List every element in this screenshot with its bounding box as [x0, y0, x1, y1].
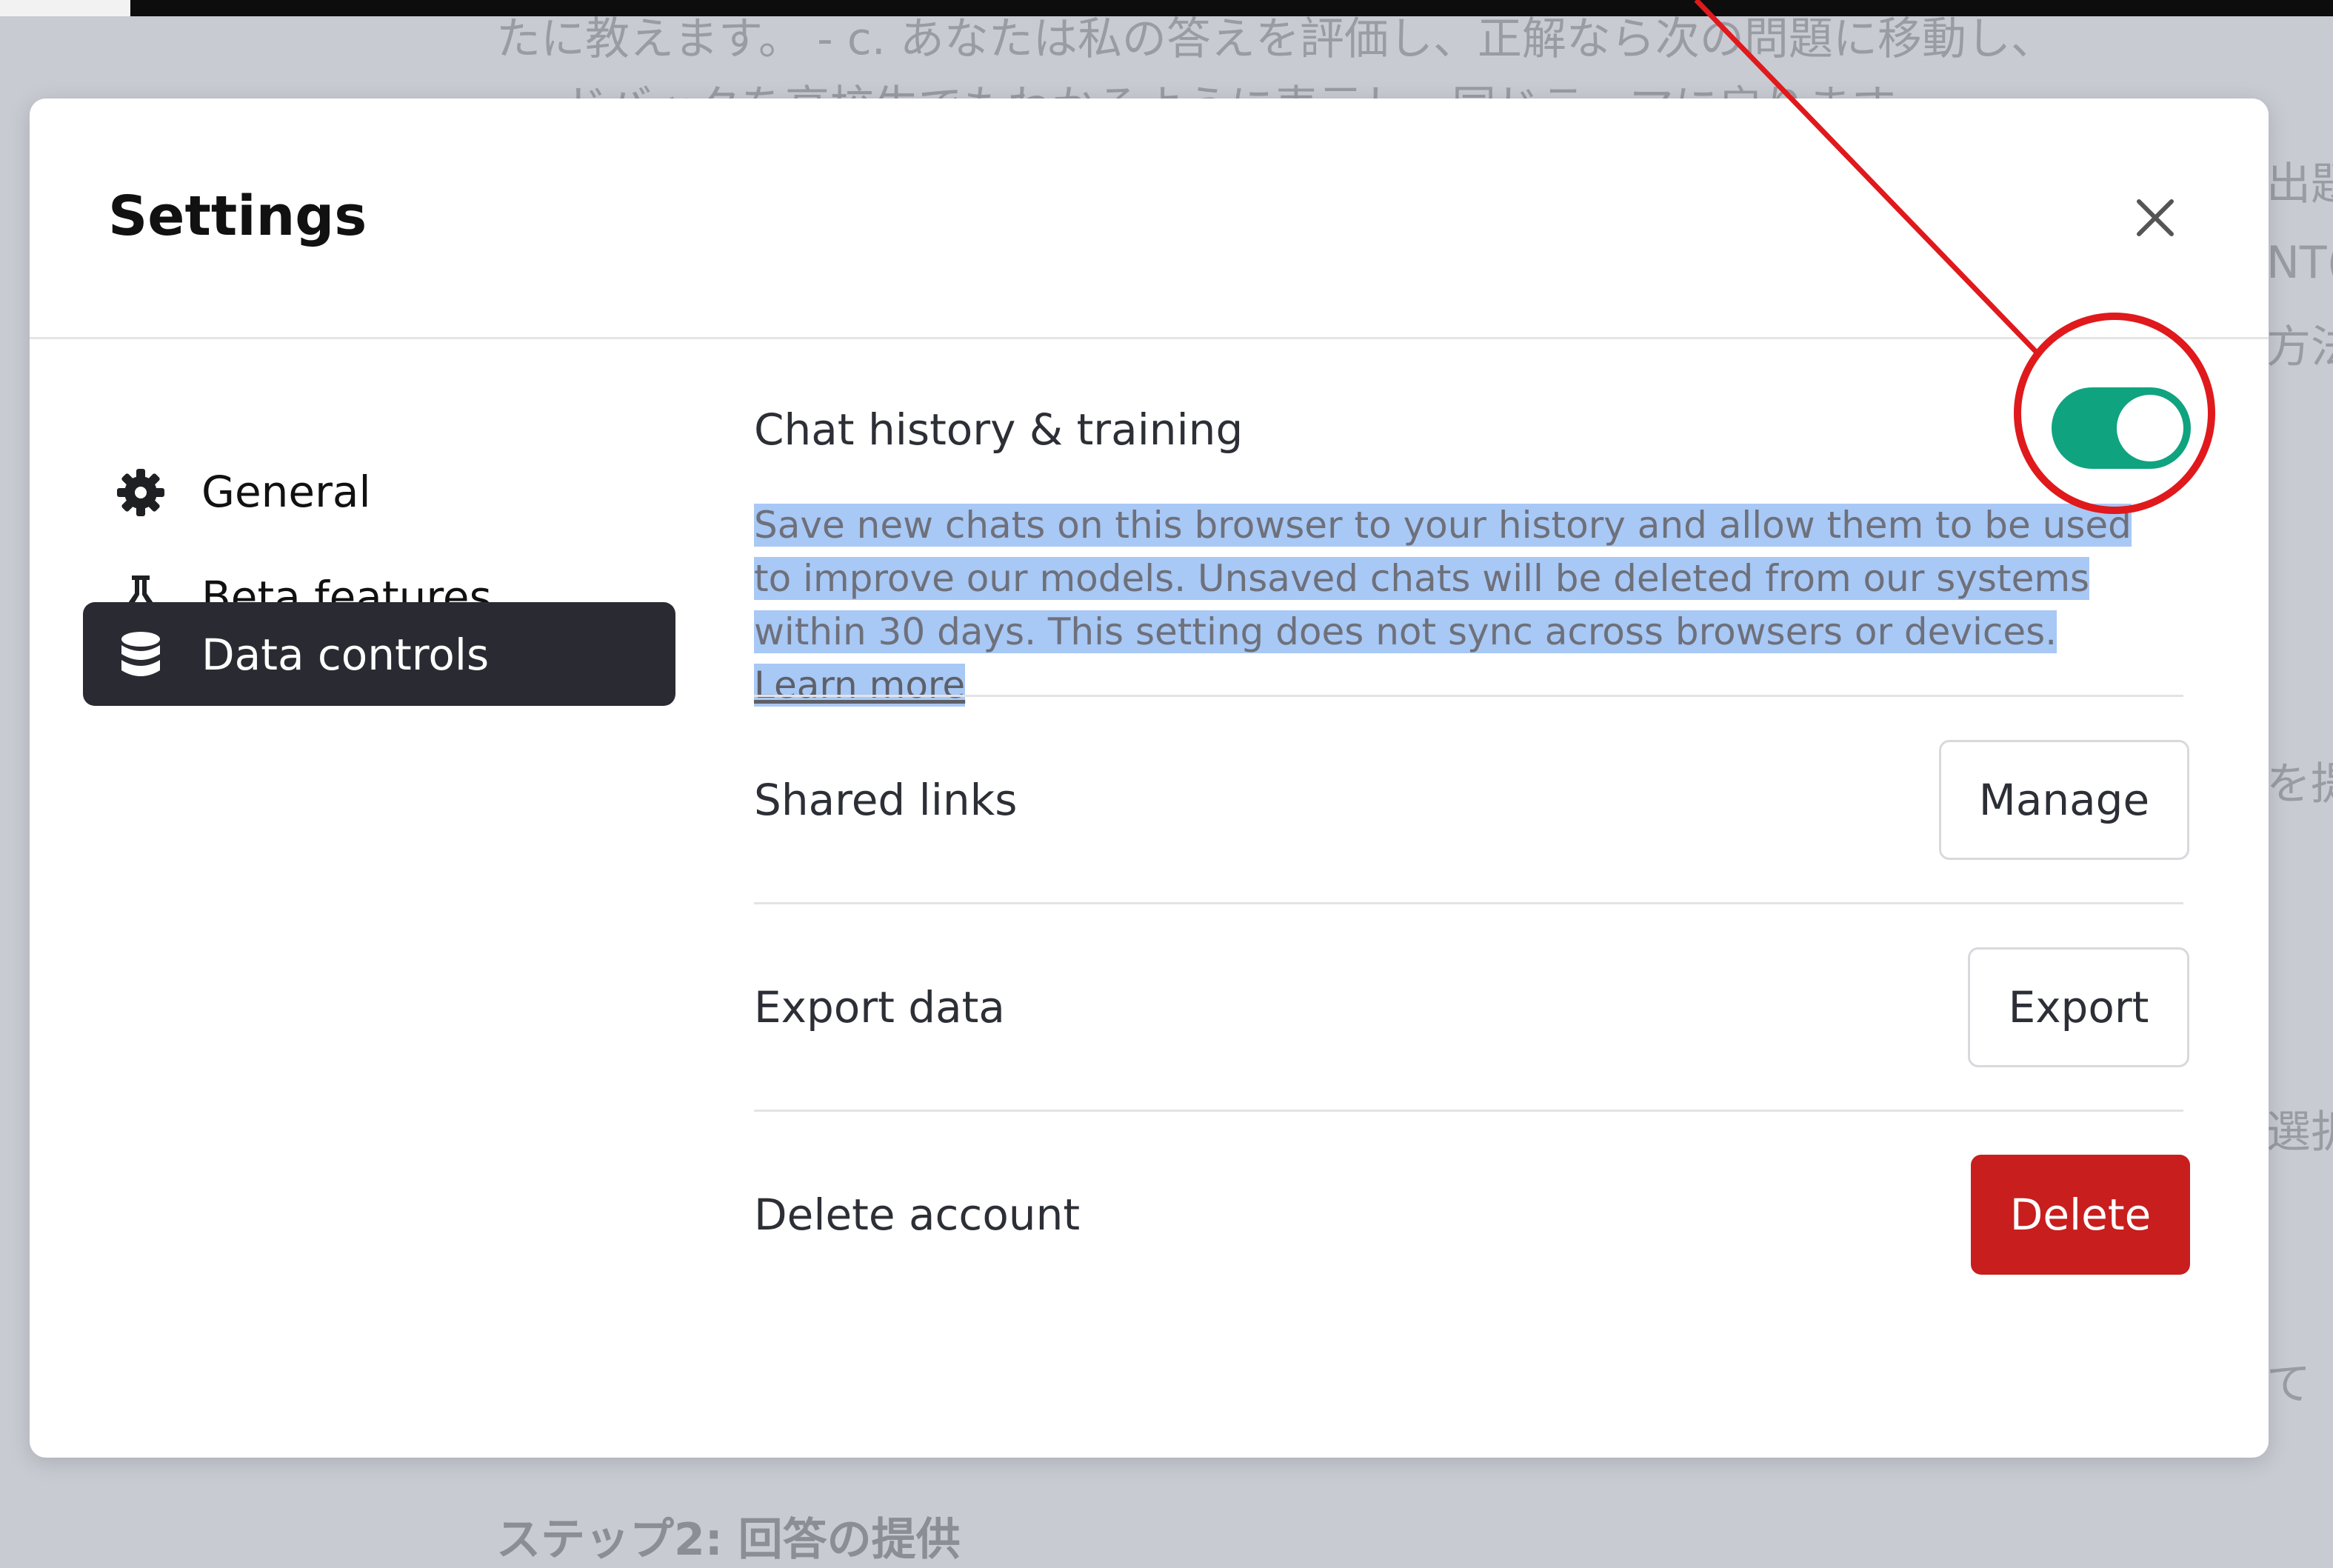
sidebar-item-data-controls[interactable]: Data controls — [83, 602, 675, 706]
sidebar-item-label: General — [201, 467, 371, 517]
close-button[interactable] — [2126, 188, 2185, 247]
manage-button[interactable]: Manage — [1939, 740, 2189, 860]
chat-history-toggle[interactable] — [2052, 387, 2191, 469]
shared-links-title: Shared links — [754, 775, 1018, 825]
background-heading: ステップ2: 回答の提供 — [496, 1514, 961, 1566]
background-text-fragment: て — [2266, 1358, 2311, 1410]
background-text-fragment: 出題 — [2266, 159, 2333, 210]
learn-more-link[interactable]: Learn more — [754, 664, 966, 707]
settings-modal: Settings General Beta features Data cont… — [30, 99, 2269, 1458]
chat-history-description: Save new chats on this browser to your h… — [754, 498, 2161, 712]
delete-button[interactable]: Delete — [1971, 1155, 2190, 1275]
sidebar-item-general[interactable]: General — [83, 439, 675, 543]
background-text-line: たに教えます。 - c. あなたは私の答えを評価し、正解なら次の問題に移動し、 — [496, 13, 2055, 65]
background-text-fragment: 選択 — [2266, 1107, 2333, 1158]
modal-header: Settings — [30, 99, 2269, 339]
modal-title: Settings — [108, 184, 367, 248]
description-text: Save new chats on this browser to your h… — [754, 504, 2132, 653]
chat-history-title: Chat history & training — [754, 404, 1244, 455]
divider — [754, 695, 2183, 697]
export-data-title: Export data — [754, 982, 1005, 1032]
background-text-fragment: NT( — [2266, 237, 2333, 289]
toggle-knob — [2117, 395, 2183, 461]
background-text-fragment: 方法 — [2266, 321, 2333, 373]
delete-account-title: Delete account — [754, 1190, 1081, 1240]
sidebar-item-label: Data controls — [201, 630, 490, 680]
database-icon — [121, 632, 160, 676]
divider — [754, 1110, 2183, 1112]
browser-tab[interactable] — [0, 0, 130, 16]
export-button[interactable]: Export — [1968, 947, 2189, 1067]
background-text-fragment: を提 — [2266, 758, 2333, 810]
divider — [754, 902, 2183, 904]
close-icon — [2137, 199, 2174, 236]
gear-icon — [117, 469, 164, 516]
